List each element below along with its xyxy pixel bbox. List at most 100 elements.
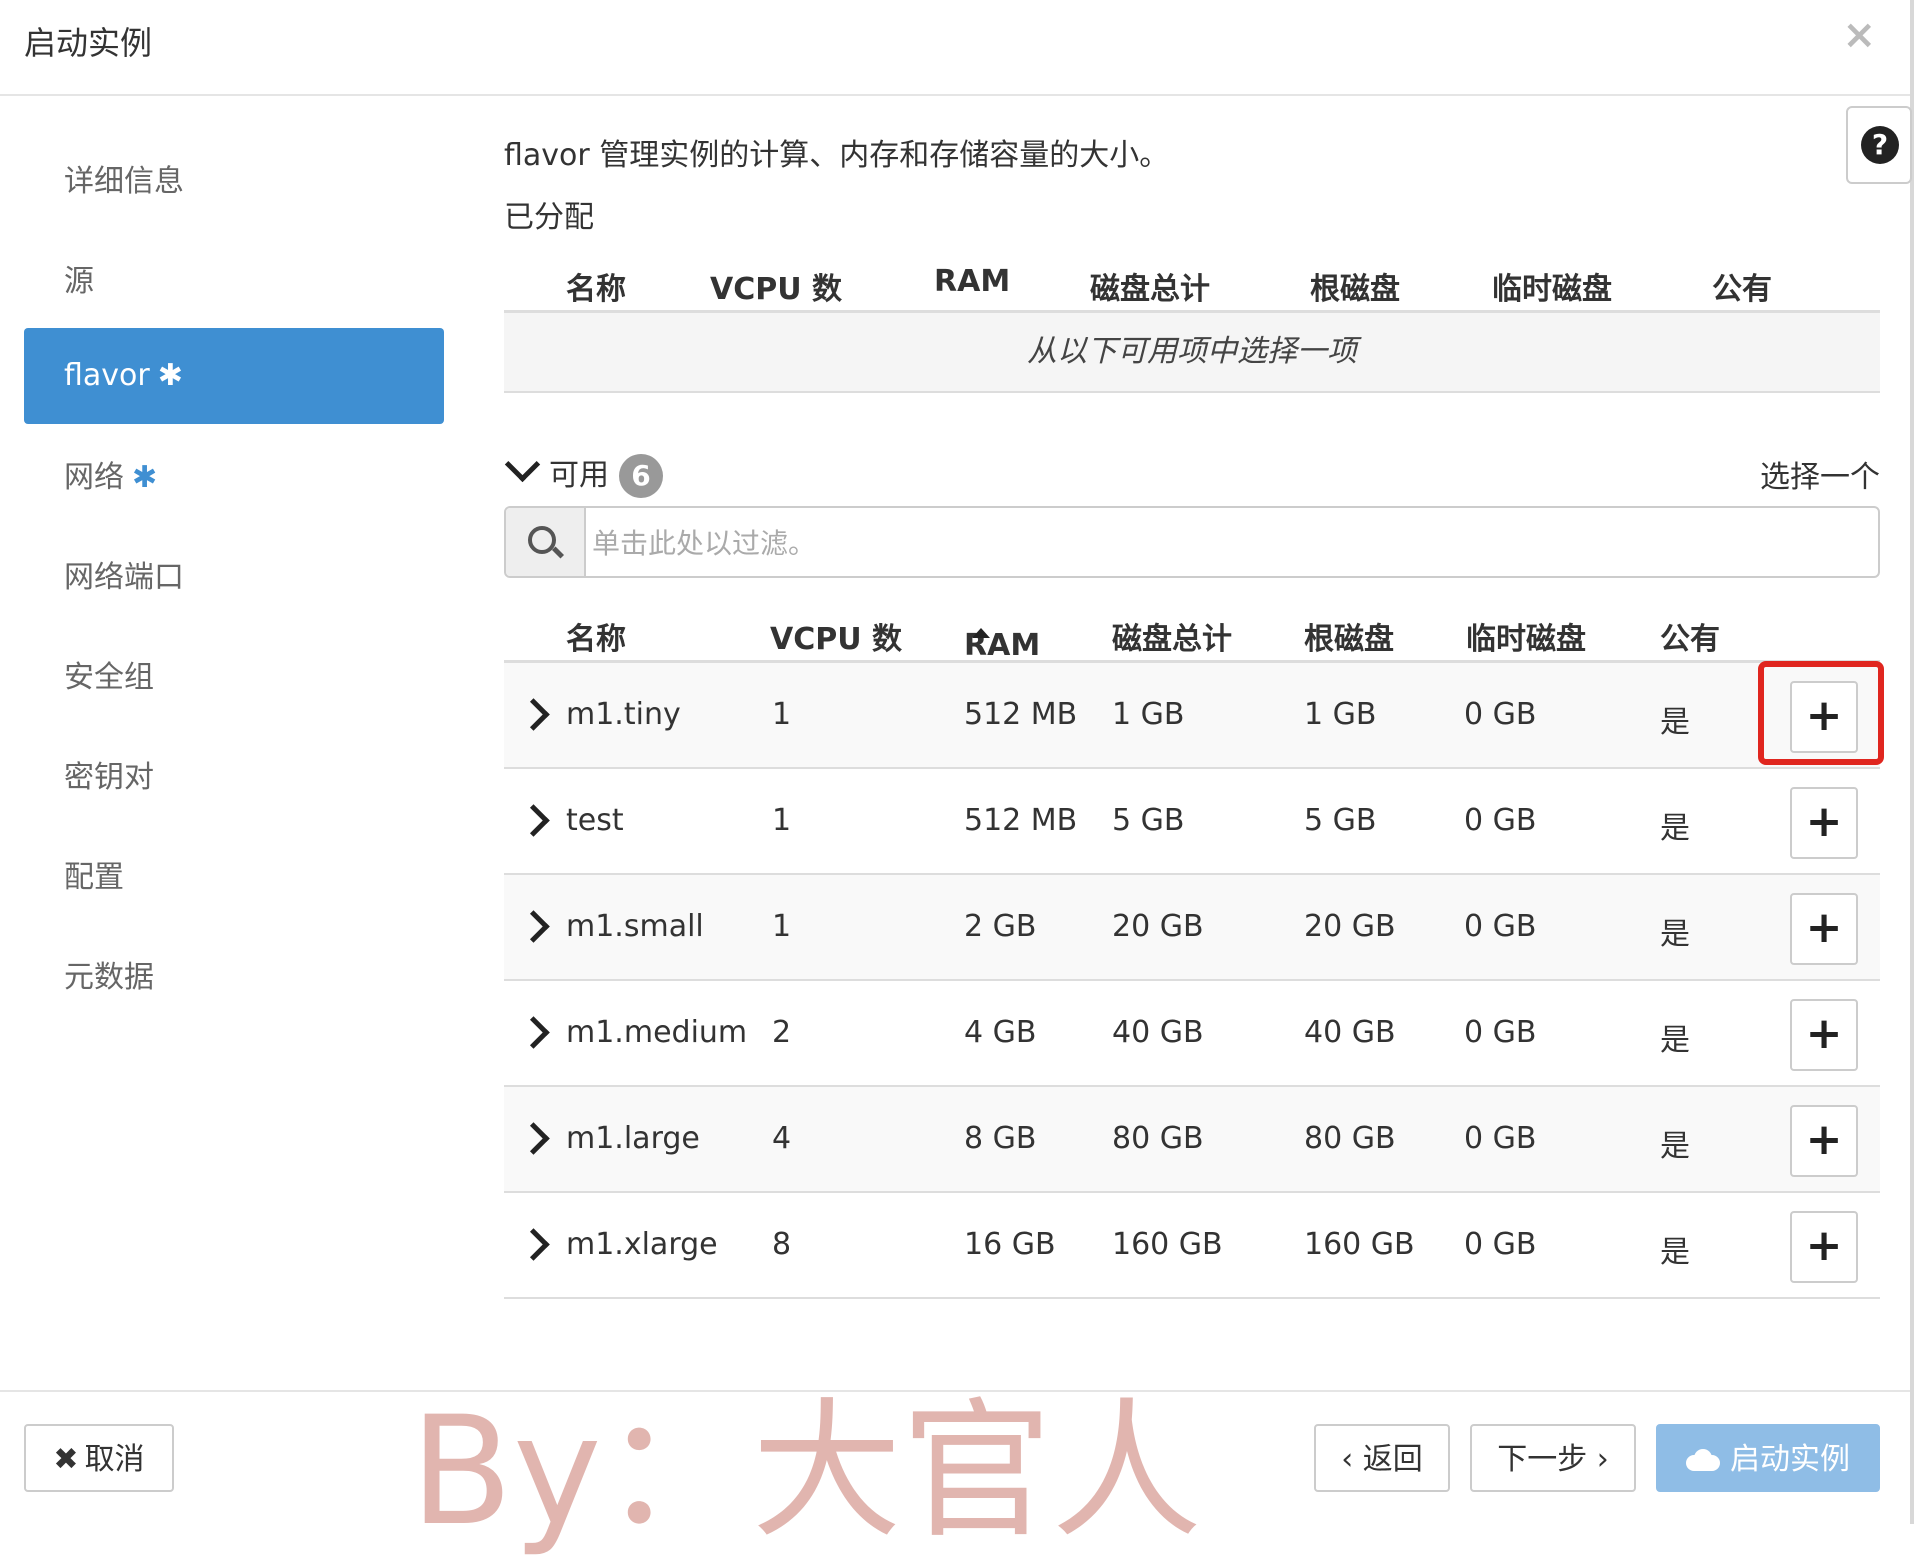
panel-description: flavor 管理实例的计算、内存和存储容量的大小。 xyxy=(504,138,1170,173)
sidebar-item-key-pairs[interactable]: 密钥对 xyxy=(24,728,444,828)
col-name[interactable]: 名称 xyxy=(566,614,626,658)
close-icon[interactable]: × xyxy=(1842,12,1876,58)
col-public: 公有 xyxy=(1712,272,1772,307)
sidebar-item-security-groups[interactable]: 安全组 xyxy=(24,628,444,728)
cell-public: 是 xyxy=(1660,1129,1690,1164)
cell-name: m1.medium xyxy=(566,1015,748,1050)
cell-vcpu: 1 xyxy=(772,803,792,838)
filter-box xyxy=(504,506,1880,578)
chevron-right-icon[interactable] xyxy=(517,910,550,943)
cancel-button[interactable]: ✖ 取消 xyxy=(24,1424,174,1492)
sidebar-item-network-ports[interactable]: 网络端口 xyxy=(24,528,444,628)
cell-vcpu: 4 xyxy=(772,1121,792,1156)
cell-disk: 40 GB xyxy=(1112,1015,1204,1050)
sidebar-item-flavor[interactable]: flavor ✱ xyxy=(24,328,444,424)
sidebar-item-networks[interactable]: 网络 ✱ xyxy=(24,428,444,528)
sidebar-item-source[interactable]: 源 xyxy=(24,232,444,332)
col-ram: RAM xyxy=(934,264,1011,299)
col-disk[interactable]: 磁盘总计 xyxy=(1112,614,1232,658)
chevron-down-icon xyxy=(504,446,541,483)
cell-name: m1.xlarge xyxy=(566,1227,718,1262)
chevron-right-icon[interactable] xyxy=(517,1016,550,1049)
sidebar-item-label: 源 xyxy=(64,264,94,299)
col-name: 名称 xyxy=(566,272,626,307)
launch-label: 启动实例 xyxy=(1730,1442,1850,1477)
available-label: 可用 xyxy=(549,458,609,493)
cell-public: 是 xyxy=(1660,705,1690,740)
sidebar-item-label: 网络 xyxy=(64,460,124,495)
cell-root: 1 GB xyxy=(1304,697,1377,732)
cell-root: 5 GB xyxy=(1304,803,1377,838)
cell-ephemeral: 0 GB xyxy=(1464,803,1537,838)
cell-vcpu: 2 xyxy=(772,1015,792,1050)
next-button[interactable]: 下一步 › xyxy=(1470,1424,1636,1492)
sort-ascending-icon xyxy=(972,628,990,638)
cell-disk: 160 GB xyxy=(1112,1227,1223,1262)
cell-disk: 5 GB xyxy=(1112,803,1185,838)
sidebar-item-configuration[interactable]: 配置 xyxy=(24,828,444,928)
cell-ephemeral: 0 GB xyxy=(1464,1015,1537,1050)
cell-ram: 4 GB xyxy=(964,1015,1037,1050)
cell-ram: 8 GB xyxy=(964,1121,1037,1156)
required-asterisk-icon: ✱ xyxy=(157,358,183,393)
cloud-upload-icon xyxy=(1686,1449,1720,1471)
col-vcpu[interactable]: VCPU 数 xyxy=(770,614,902,658)
table-row: m1.xlarge 8 16 GB 160 GB 160 GB 0 GB 是 + xyxy=(504,1193,1880,1299)
cell-ephemeral: 0 GB xyxy=(1464,1227,1537,1262)
chevron-right-icon[interactable] xyxy=(517,1122,550,1155)
sidebar-item-label: 元数据 xyxy=(64,960,154,995)
allocated-table-header: 名称 VCPU 数 RAM 磁盘总计 根磁盘 临时磁盘 公有 xyxy=(504,250,1880,313)
allocated-heading: 已分配 xyxy=(504,200,594,235)
add-flavor-button[interactable]: + xyxy=(1790,999,1858,1071)
filter-input[interactable] xyxy=(590,508,1864,576)
add-flavor-button[interactable]: + xyxy=(1790,787,1858,859)
sidebar-item-details[interactable]: 详细信息 xyxy=(24,132,444,232)
sidebar-item-metadata[interactable]: 元数据 xyxy=(24,928,444,1028)
col-vcpu: VCPU 数 xyxy=(710,272,843,307)
available-toggle[interactable]: 可用 6 xyxy=(504,446,663,498)
add-flavor-button[interactable]: + xyxy=(1790,1211,1858,1283)
available-table-header: 名称 VCPU 数 RAM 磁盘总计 根磁盘 临时磁盘 公有 xyxy=(504,600,1880,663)
cell-public: 是 xyxy=(1660,1023,1690,1058)
chevron-right-icon[interactable] xyxy=(517,1228,550,1261)
chevron-right-icon[interactable] xyxy=(517,804,550,837)
cell-ephemeral: 0 GB xyxy=(1464,1121,1537,1156)
cell-ram: 2 GB xyxy=(964,909,1037,944)
cell-ram: 16 GB xyxy=(964,1227,1056,1262)
table-row: test 1 512 MB 5 GB 5 GB 0 GB 是 + xyxy=(504,769,1880,875)
chevron-right-icon[interactable] xyxy=(517,698,550,731)
cell-root: 160 GB xyxy=(1304,1227,1415,1262)
cell-ephemeral: 0 GB xyxy=(1464,697,1537,732)
table-row: m1.tiny 1 512 MB 1 GB 1 GB 0 GB 是 + xyxy=(504,661,1884,769)
help-button[interactable]: ? xyxy=(1846,106,1912,184)
allocated-empty-message: 从以下可用项中选择一项 xyxy=(504,313,1880,393)
col-ephemeral[interactable]: 临时磁盘 xyxy=(1466,614,1586,658)
cell-ram: 512 MB xyxy=(964,697,1078,732)
cell-public: 是 xyxy=(1660,1235,1690,1270)
question-icon: ? xyxy=(1861,126,1899,164)
add-flavor-button[interactable]: + xyxy=(1790,681,1858,753)
sidebar-item-label: 安全组 xyxy=(64,660,154,695)
cell-vcpu: 1 xyxy=(772,909,792,944)
available-count-badge: 6 xyxy=(619,454,663,498)
col-public[interactable]: 公有 xyxy=(1660,614,1720,658)
cell-name: m1.small xyxy=(566,909,704,944)
sidebar-item-label: 配置 xyxy=(64,860,124,895)
cell-ram: 512 MB xyxy=(964,803,1078,838)
close-icon: ✖ xyxy=(53,1442,79,1477)
add-flavor-button[interactable]: + xyxy=(1790,1105,1858,1177)
sidebar-item-label: 详细信息 xyxy=(64,164,184,199)
cell-public: 是 xyxy=(1660,917,1690,952)
back-button[interactable]: ‹ 返回 xyxy=(1314,1424,1450,1492)
cell-vcpu: 8 xyxy=(772,1227,792,1262)
cell-vcpu: 1 xyxy=(772,697,792,732)
cell-public: 是 xyxy=(1660,811,1690,846)
sidebar-item-label: flavor xyxy=(64,358,150,393)
col-ephemeral: 临时磁盘 xyxy=(1492,272,1612,307)
scrollbar-track xyxy=(1910,0,1914,1524)
table-row: m1.small 1 2 GB 20 GB 20 GB 0 GB 是 + xyxy=(504,875,1880,981)
col-root: 根磁盘 xyxy=(1310,272,1400,307)
col-root[interactable]: 根磁盘 xyxy=(1304,614,1394,658)
add-flavor-button[interactable]: + xyxy=(1790,893,1858,965)
launch-instance-button[interactable]: 启动实例 xyxy=(1656,1424,1880,1492)
